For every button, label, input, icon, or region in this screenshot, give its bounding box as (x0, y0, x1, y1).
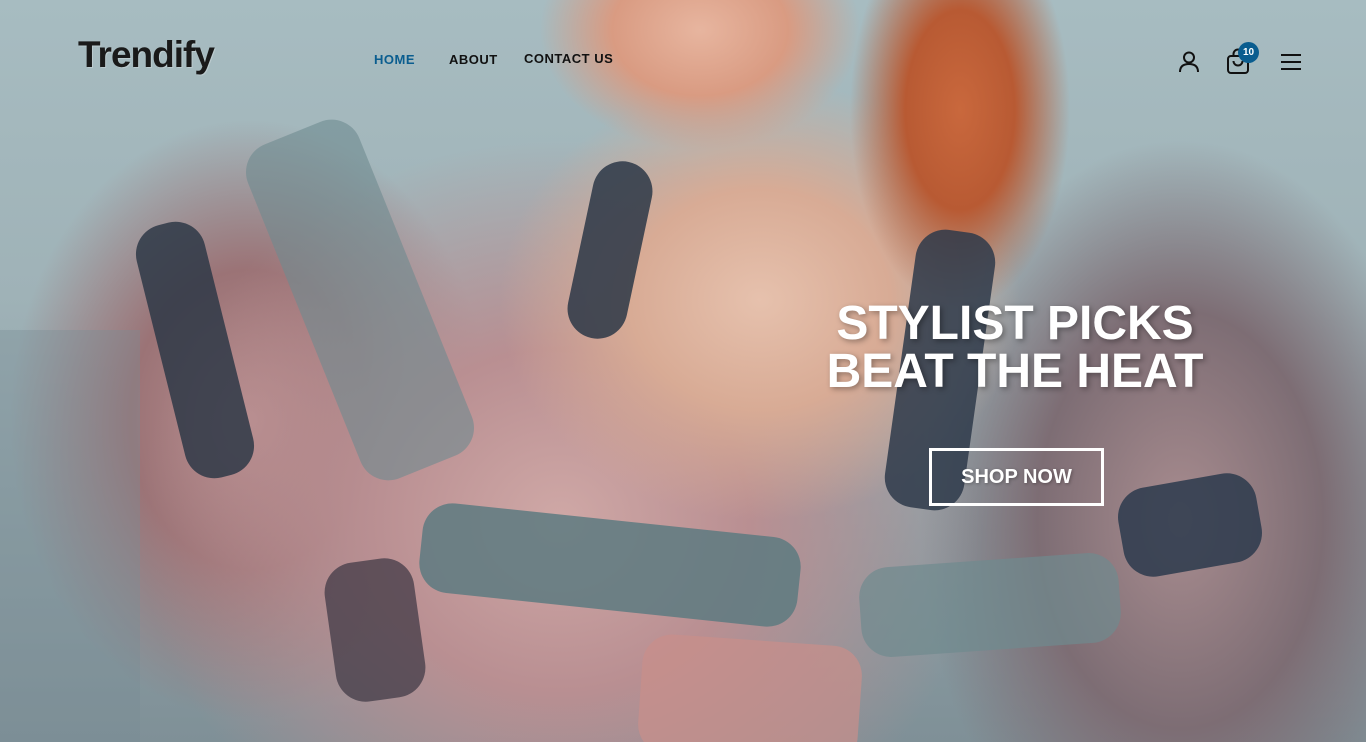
menu-button[interactable] (1278, 51, 1304, 73)
hero-headline: STYLIST PICKS BEAT THE HEAT (826, 297, 1204, 398)
cart-count-badge: 10 (1238, 42, 1259, 63)
shop-now-button[interactable]: SHOP NOW (929, 448, 1104, 506)
user-icon (1179, 51, 1199, 73)
account-button[interactable] (1176, 49, 1202, 75)
nav-item-home[interactable]: HOME (374, 52, 415, 67)
brand-logo[interactable]: Trendify (78, 34, 215, 76)
nav-item-about[interactable]: ABOUT (449, 52, 498, 67)
hamburger-menu-icon (1281, 54, 1301, 70)
nav-item-contact-us[interactable]: CONTACT US (524, 51, 613, 66)
